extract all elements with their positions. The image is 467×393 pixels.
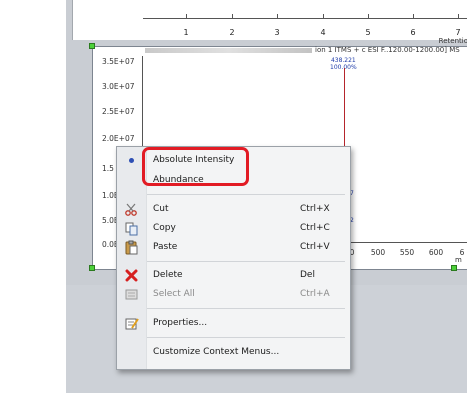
top-tick-label: 5 (365, 28, 371, 37)
scan-filter-text: ion 1 ITMS + c ESI F..120.00-1200.00] MS (315, 46, 460, 54)
menu-separator (147, 308, 345, 309)
menu-separator (147, 261, 345, 262)
menu-item-shortcut: Del (300, 270, 315, 280)
menu-item-shortcut: Ctrl+V (300, 242, 330, 252)
top-tick (413, 14, 414, 18)
x-tick-label: 550 (399, 248, 415, 257)
top-tick (186, 14, 187, 18)
paste-icon (124, 240, 139, 255)
peak-mz: 438.221 (330, 57, 356, 64)
chromatogram-x-axis (143, 18, 467, 19)
copy-icon (124, 221, 139, 236)
menu-separator (147, 337, 345, 338)
menu-item-shortcut: Ctrl+X (300, 204, 330, 214)
top-tick (232, 14, 233, 18)
top-tick-label: 3 (274, 28, 280, 37)
menu-item-properties[interactable]: Properties... (117, 315, 350, 332)
menu-item-label: Copy (153, 223, 176, 233)
scissors-icon (124, 202, 139, 217)
top-tick (323, 14, 324, 18)
x-tick-label: 600 (428, 248, 444, 257)
menu-item-label: Paste (153, 242, 178, 252)
menu-item-label: Select All (153, 289, 195, 299)
resize-handle[interactable] (89, 265, 95, 271)
x-axis-unit: m (455, 256, 462, 264)
y-tick-label: 3.0E+07 (102, 82, 135, 91)
radio-dot-icon (129, 158, 134, 163)
highlight-annotation (142, 147, 249, 186)
resize-handle[interactable] (89, 43, 95, 49)
y-tick-label: 1.5 (102, 164, 114, 173)
delete-x-icon (124, 268, 139, 283)
top-tick-label: 7 (455, 28, 461, 37)
menu-item-shortcut: Ctrl+A (300, 289, 330, 299)
y-tick-label: 3.5E+07 (102, 57, 135, 66)
retention-axis-label: Retentio (438, 37, 467, 45)
menu-item-customize-context-menus[interactable]: Customize Context Menus... (117, 344, 350, 361)
y-tick-label: 2.0E+07 (102, 134, 135, 143)
properties-icon (124, 316, 139, 331)
redacted-filename (145, 47, 312, 53)
menu-item-label: Delete (153, 270, 183, 280)
menu-item-delete[interactable]: Delete Del (117, 267, 350, 284)
menu-item-select-all[interactable]: Select All Ctrl+A (117, 286, 350, 303)
chromatogram-panel[interactable]: 1 2 3 4 5 6 7 Retentio (72, 0, 467, 45)
menu-item-shortcut: Ctrl+C (300, 223, 330, 233)
menu-item-cut[interactable]: Cut Ctrl+X (117, 201, 350, 218)
menu-item-label: Properties... (153, 318, 208, 328)
spectrum-header: ion 1 ITMS + c ESI F..120.00-1200.00] MS (145, 46, 467, 58)
menu-item-paste[interactable]: Paste Ctrl+V (117, 239, 350, 256)
menu-item-label: Customize Context Menus... (153, 347, 280, 357)
top-tick-label: 2 (229, 28, 235, 37)
y-tick-label: 2.5E+07 (102, 107, 135, 116)
top-tick-label: 6 (410, 28, 416, 37)
left-blank-area (0, 0, 66, 393)
resize-handle[interactable] (451, 265, 457, 271)
top-tick-label: 1 (183, 28, 189, 37)
menu-separator (147, 194, 345, 195)
menu-item-copy[interactable]: Copy Ctrl+C (117, 220, 350, 237)
top-tick (368, 14, 369, 18)
top-tick-label: 4 (320, 28, 326, 37)
x-tick-label: 500 (370, 248, 386, 257)
select-all-icon (124, 287, 139, 302)
menu-item-label: Cut (153, 204, 169, 214)
top-tick (458, 14, 459, 18)
top-tick (277, 14, 278, 18)
